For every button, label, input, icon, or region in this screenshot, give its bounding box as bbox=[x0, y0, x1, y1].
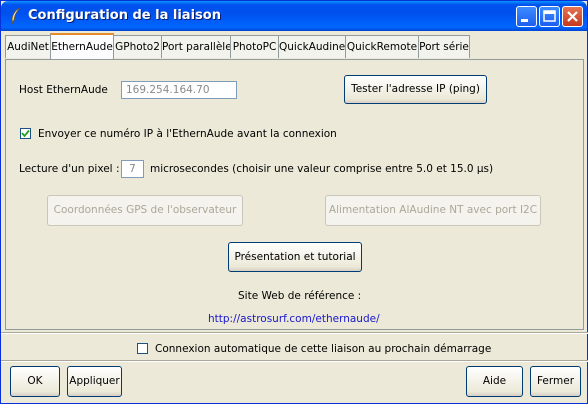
tab-quickaudine[interactable]: QuickAudine bbox=[278, 35, 346, 58]
gps-coordinates-button[interactable]: Coordonnées GPS de l'observateur bbox=[47, 195, 243, 226]
host-label: Host EthernAude bbox=[19, 84, 108, 96]
help-button[interactable]: Aide bbox=[466, 366, 523, 397]
tab-quickremote[interactable]: QuickRemote bbox=[345, 35, 419, 58]
tab-audinet[interactable]: AudiNet bbox=[5, 35, 51, 58]
auto-connect-checkbox[interactable] bbox=[137, 343, 148, 354]
pixel-time-input[interactable]: 7 bbox=[121, 160, 144, 178]
close-icon bbox=[567, 11, 578, 22]
website-label: Site Web de référence : bbox=[238, 290, 362, 302]
title-bar[interactable]: Configuration de la liaison bbox=[1, 1, 587, 31]
separator-bottom bbox=[1, 360, 588, 362]
auto-connect-label: Connexion automatique de cette liaison a… bbox=[155, 343, 492, 355]
apply-button[interactable]: Appliquer bbox=[67, 366, 122, 397]
ok-button[interactable]: OK bbox=[10, 366, 60, 397]
pixel-read-label: Lecture d'un pixel : bbox=[19, 163, 120, 175]
tutorial-button[interactable]: Présentation et tutorial bbox=[228, 242, 362, 272]
minimize-button[interactable] bbox=[516, 6, 537, 27]
tab-port-serie[interactable]: Port série bbox=[418, 35, 470, 58]
window-title: Configuration de la liaison bbox=[28, 8, 221, 23]
tab-gphoto2[interactable]: GPhoto2 bbox=[113, 35, 162, 58]
dialog-window: Configuration de la liaison AudiNet Ethe… bbox=[0, 0, 588, 404]
tab-photopc[interactable]: PhotoPC bbox=[230, 35, 279, 58]
pixel-hint-label: microsecondes (choisir une valeur compri… bbox=[150, 163, 494, 175]
ping-button[interactable]: Tester l'adresse IP (ping) bbox=[344, 75, 487, 104]
feather-icon bbox=[11, 7, 21, 25]
website-link[interactable]: http://astrosurf.com/ethernaude/ bbox=[208, 313, 380, 325]
tab-port-parallele[interactable]: Port parallèle bbox=[161, 35, 232, 58]
maximize-button[interactable] bbox=[539, 6, 560, 27]
minimize-icon bbox=[521, 19, 528, 22]
tab-ethernaude[interactable]: EthernAude bbox=[50, 33, 114, 59]
alaudine-power-button[interactable]: Alimentation AlAudine NT avec port I2C bbox=[325, 195, 541, 226]
send-ip-label: Envoyer ce numéro IP à l'EthernAude avan… bbox=[38, 128, 337, 140]
send-ip-checkbox[interactable] bbox=[20, 128, 31, 139]
checkmark-icon bbox=[21, 129, 30, 138]
separator-top bbox=[1, 332, 588, 334]
host-ip-input[interactable]: 169.254.164.70 bbox=[121, 81, 237, 99]
maximize-icon bbox=[543, 10, 556, 22]
close-button[interactable]: Fermer bbox=[530, 366, 581, 397]
close-window-button[interactable] bbox=[562, 6, 583, 27]
